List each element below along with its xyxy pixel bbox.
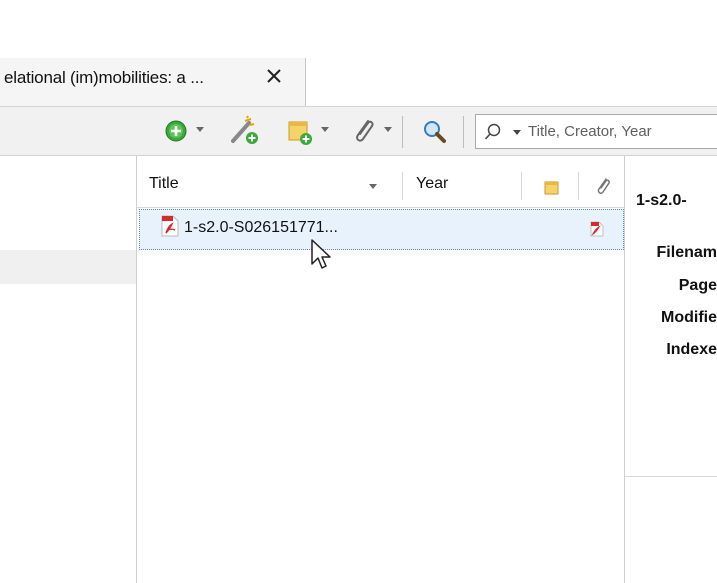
collections-pane xyxy=(0,156,136,583)
chevron-down-icon[interactable] xyxy=(320,124,330,134)
attachment-icon[interactable] xyxy=(350,115,378,147)
column-title[interactable]: Title xyxy=(149,175,179,193)
label-filename: Filenam xyxy=(656,244,717,261)
pdf-icon xyxy=(161,215,179,237)
close-icon[interactable] xyxy=(264,66,284,86)
search-input[interactable] xyxy=(528,115,717,148)
add-by-identifier-icon[interactable] xyxy=(229,115,261,147)
label-pages: Page xyxy=(678,277,717,294)
attachment-column-icon[interactable] xyxy=(594,177,612,197)
sort-arrow-icon[interactable] xyxy=(368,182,378,192)
label-modified: Modifie xyxy=(661,309,717,326)
toolbar-divider xyxy=(402,116,403,148)
column-separator[interactable] xyxy=(402,172,403,200)
new-note-icon[interactable] xyxy=(286,115,316,147)
search-mode-dropdown-icon[interactable] xyxy=(512,128,522,138)
tab-title: elational (im)mobilities: a ... xyxy=(4,68,204,87)
search-icon xyxy=(484,123,501,140)
toolbar-divider xyxy=(463,116,464,148)
item-pane-divider xyxy=(625,476,717,477)
item-pane-title: 1-s2.0- xyxy=(636,192,687,209)
search-box[interactable] xyxy=(475,114,717,149)
new-item-icon[interactable] xyxy=(164,115,190,147)
chevron-down-icon[interactable] xyxy=(383,124,393,134)
column-year[interactable]: Year xyxy=(416,175,448,193)
notes-column-icon[interactable] xyxy=(544,180,560,196)
item-title[interactable]: 1-s2.0-S026151771... xyxy=(184,219,338,237)
label-indexed: Indexe xyxy=(666,341,717,358)
collection-row[interactable] xyxy=(0,250,136,284)
pdf-attachment-icon[interactable] xyxy=(590,221,604,237)
item-pane xyxy=(625,156,717,583)
locate-icon[interactable] xyxy=(420,115,450,147)
chevron-down-icon[interactable] xyxy=(195,124,205,134)
column-separator[interactable] xyxy=(521,172,522,200)
mouse-cursor-icon xyxy=(311,239,331,269)
column-separator[interactable] xyxy=(578,172,579,200)
